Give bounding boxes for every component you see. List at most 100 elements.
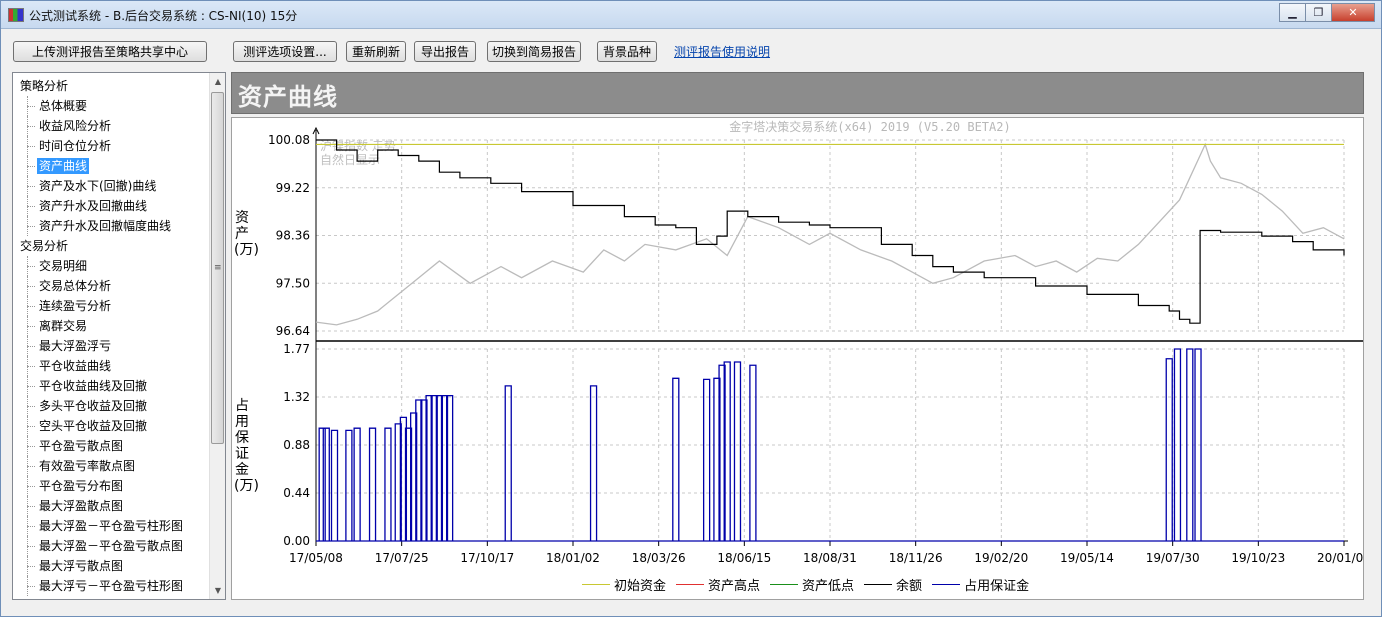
tree-item-label: 资产升水及回撤幅度曲线 (39, 219, 172, 233)
tree-item-label: 最大浮盈－平仓盈亏散点图 (39, 539, 184, 553)
tree-item-label: 离群交易 (39, 319, 88, 333)
x-tick-label: 17/05/08 (289, 551, 343, 565)
tree-item[interactable]: 最大浮亏－平仓盈亏柱形图 (13, 576, 211, 596)
legend-label: 初始资金 (614, 578, 667, 594)
watermark-text: 金字塔决策交易系统(x64) 2019 (V5.20 BETA2) (729, 119, 1010, 134)
chart-legend: 初始资金 资产高点 资产低点 余额 占用保证金 (582, 574, 1039, 594)
tree-group[interactable]: 策略分析 (13, 76, 211, 96)
tree-group-label: 交易分析 (20, 239, 69, 253)
tree-item-label: 最大浮盈－平仓盈亏柱形图 (39, 519, 184, 533)
tree-item-label: 最大浮盈浮亏 (39, 339, 112, 353)
tree-item-label: 资产曲线 (37, 158, 90, 174)
tree-item[interactable]: 最大浮盈－平仓盈亏散点图 (13, 536, 211, 556)
tree-item-label: 最大浮亏－平仓盈亏柱形图 (39, 579, 184, 593)
tree-item[interactable]: 最大浮盈－平仓盈亏柱形图 (13, 516, 211, 536)
tree-group[interactable]: 交易分析 (13, 236, 211, 256)
upper-y-tick-label: 100.08 (268, 133, 310, 147)
x-tick-label: 18/06/15 (717, 551, 771, 565)
tree-list: 策略分析总体概要 收益风险分析时间仓位分析 资产曲线资产及水下(回撤)曲线资产升水及… (13, 76, 211, 596)
legend-swatch (932, 583, 961, 585)
tree-item[interactable]: 离群交易 (13, 316, 211, 336)
help-link[interactable]: 测评报告使用说明 (674, 43, 770, 60)
tree-item-label: 交易总体分析 (39, 279, 112, 293)
margin-bar (733, 361, 742, 541)
tree-item[interactable]: 交易总体分析 (13, 276, 211, 296)
tree-item[interactable]: 多头平仓收益及回撤 (13, 396, 211, 416)
tree-item[interactable]: 交易明细 (13, 256, 211, 276)
asset-curve-chart: 17/05/08 17/07/25 17/10/17 18/01/02 18/03/26… (268, 119, 1363, 565)
legend-label: 占用保证金 (964, 578, 1030, 594)
lower-y-tick-label: 1.77 (283, 342, 310, 356)
tree-item[interactable]: 资产升水及回撤曲线 (13, 196, 211, 216)
tree-item[interactable]: 资产及水下(回撤)曲线 (13, 176, 211, 196)
lower-y-axis-label: 占用保证金(万) (234, 398, 259, 494)
margin-bar (330, 429, 339, 541)
window-controls: ▁ ❐ ✕ (1279, 3, 1375, 22)
tree-group-label: 策略分析 (20, 79, 69, 93)
tree-item[interactable]: 资产升水及回撤幅度曲线 (13, 216, 211, 236)
lower-y-tick-label: 1.32 (283, 390, 310, 404)
tree-item[interactable]: 平仓收益曲线及回撤 (13, 376, 211, 396)
options-button[interactable]: 测评选项设置... (233, 41, 337, 62)
lower-y-tick-label: 0.44 (283, 486, 310, 500)
scroll-down-icon[interactable]: ▼ (210, 582, 225, 599)
tree-item[interactable]: 收益风险分析 (13, 116, 211, 136)
export-report-button[interactable]: 导出报告 (414, 41, 476, 62)
legend-swatch (582, 583, 610, 585)
tree-item[interactable]: 总体概要 (13, 96, 211, 116)
margin-bar (702, 378, 711, 541)
tree-item[interactable]: 最大浮盈散点图 (13, 496, 211, 516)
legend-swatch (770, 583, 799, 585)
title-bar[interactable]: 公式测试系统 - B.后台交易系统 : CS-NI(10) 15分 ▁ ❐ ✕ (1, 1, 1381, 29)
maximize-button[interactable]: ❐ (1305, 3, 1332, 22)
tree-item[interactable]: 平仓盈亏分布图 (13, 476, 211, 496)
tree-scrollbar[interactable]: ▲ ≡ ▼ (209, 73, 225, 599)
tree-item-label: 资产及水下(回撤)曲线 (39, 179, 157, 193)
report-tree: 策略分析总体概要 收益风险分析时间仓位分析 资产曲线资产及水下(回撤)曲线资产升水及… (12, 72, 226, 600)
tree-item[interactable]: 最大浮亏散点图 (13, 556, 211, 576)
margin-bar (749, 364, 757, 541)
tree-item[interactable]: 平仓盈亏散点图 (13, 436, 211, 456)
tree-item[interactable]: 时间仓位分析 (13, 136, 211, 156)
legend-label: 资产低点 (802, 578, 855, 594)
margin-bar (672, 377, 680, 541)
legend-label: 余额 (896, 578, 923, 594)
tree-item[interactable]: 连续盈亏分析 (13, 296, 211, 316)
tree-item-label: 平仓盈亏分布图 (39, 479, 124, 493)
x-tick-label: 20/01/08 (1317, 551, 1363, 565)
section-title: 资产曲线 (238, 83, 338, 111)
margin-bar (1165, 358, 1173, 541)
x-tick-label: 17/10/17 (460, 551, 514, 565)
tree-item-label: 时间仓位分析 (39, 139, 112, 153)
tree-item-label: 最大浮盈散点图 (39, 499, 124, 513)
x-tick-label: 19/10/23 (1231, 551, 1285, 565)
upper-y-tick-label: 99.22 (276, 181, 310, 195)
switch-simple-report-button[interactable]: 切换到简易报告 (487, 41, 581, 62)
tree-item[interactable]: 有效盈亏率散点图 (13, 456, 211, 476)
legend-item: 资产低点 (770, 575, 854, 594)
tree-item-label: 平仓收益曲线及回撤 (39, 379, 148, 393)
upload-report-button[interactable]: 上传测评报告至策略共享中心 (13, 41, 207, 62)
tree-item-label: 空头平仓收益及回撤 (39, 419, 148, 433)
scroll-thumb[interactable]: ≡ (211, 92, 224, 444)
minimize-button[interactable]: ▁ (1279, 3, 1306, 22)
upper-y-tick-label: 96.64 (276, 324, 310, 338)
tree-item[interactable]: 空头平仓收益及回撤 (13, 416, 211, 436)
window-title: 公式测试系统 - B.后台交易系统 : CS-NI(10) 15分 (29, 9, 298, 23)
tree-item[interactable]: 最大浮盈浮亏 (13, 336, 211, 356)
toolbar: 上传测评报告至策略共享中心 测评选项设置... 重新刷新 导出报告 切换到简易报… (1, 37, 1381, 65)
background-variety-button[interactable]: 背景品种 (597, 41, 657, 62)
close-button[interactable]: ✕ (1331, 3, 1375, 22)
legend-item: 初始资金 (582, 575, 666, 594)
legend-label: 资产高点 (708, 578, 761, 594)
legend-item: 占用保证金 (932, 575, 1029, 594)
refresh-button[interactable]: 重新刷新 (346, 41, 406, 62)
x-tick-label: 18/03/26 (632, 551, 686, 565)
margin-bar (589, 385, 598, 541)
scroll-up-icon[interactable]: ▲ (210, 73, 225, 90)
legend-swatch (864, 583, 893, 585)
x-tick-label: 18/11/26 (889, 551, 943, 565)
tree-item[interactable]: 平仓收益曲线 (13, 356, 211, 376)
margin-bar (504, 385, 512, 541)
tree-item[interactable]: 资产曲线 (13, 156, 211, 176)
